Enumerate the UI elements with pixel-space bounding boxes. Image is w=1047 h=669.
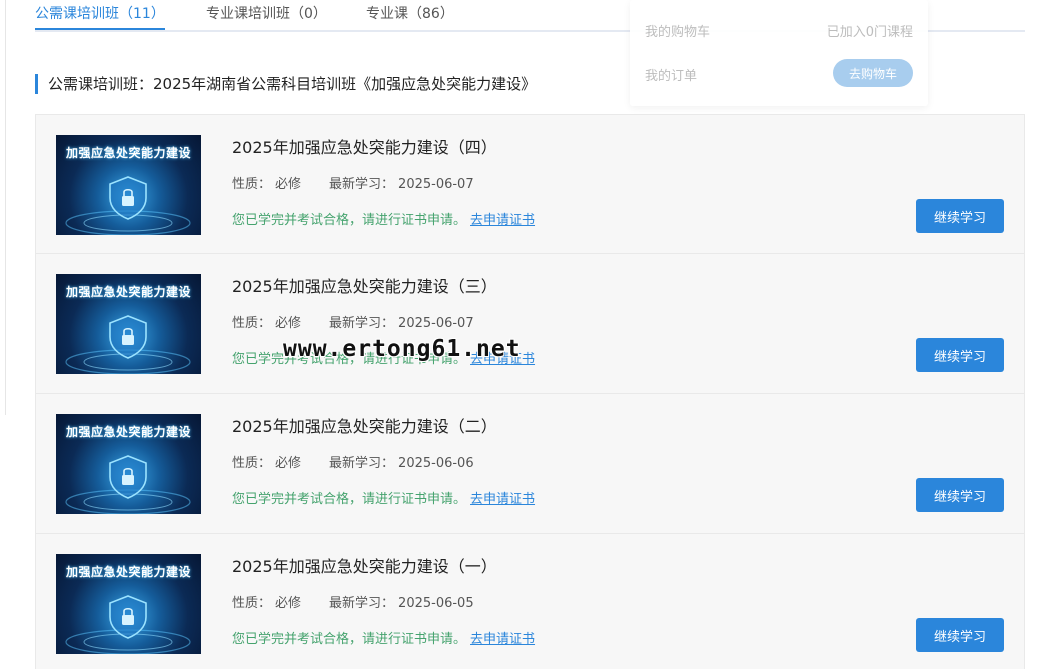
active-tab-indicator [35, 28, 165, 30]
status-text: 您已学完并考试合格，请进行证书申请。 [232, 632, 467, 647]
course-meta: 性质： 必修 最新学习： 2025-06-05 [232, 592, 478, 611]
nature-value: 必修 [275, 456, 302, 471]
nature-label: 性质： [232, 456, 272, 471]
course-item: 加强应急处突能力建设 2025年加强应急处突能力建设（三） 性质： 必修 最新学习：… [35, 254, 1025, 394]
go-to-cart-button[interactable]: 去购物车 [833, 59, 913, 87]
nature-label: 性质： [232, 316, 272, 331]
apply-certificate-link[interactable]: 去申请证书 [470, 632, 535, 647]
tab-professional-course[interactable]: 专业课（86） [366, 3, 454, 23]
course-meta: 性质： 必修 最新学习： 2025-06-07 [232, 173, 478, 192]
nature-label: 性质： [232, 596, 272, 611]
my-orders-link[interactable]: 我的订单 [645, 65, 697, 84]
latest-study-date: 2025-06-05 [398, 596, 474, 611]
thumbnail-title: 加强应急处突能力建设 [65, 425, 191, 439]
status-text: 您已学完并考试合格，请进行证书申请。 [232, 213, 467, 228]
course-list: 加强应急处突能力建设 2025年加强应急处突能力建设（四） 性质： 必修 最新学习：… [35, 114, 1025, 669]
course-thumbnail[interactable]: 加强应急处突能力建设 [56, 274, 201, 374]
latest-study-date: 2025-06-06 [398, 456, 474, 471]
tab-professional-course-class[interactable]: 专业课培训班（0） [206, 3, 327, 23]
status-text: 您已学完并考试合格，请进行证书申请。 [232, 492, 467, 507]
latest-study-date: 2025-06-07 [398, 316, 474, 331]
section-title: 公需课培训班：2025年湖南省公需科目培训班《加强应急处突能力建设》 [35, 74, 536, 94]
thumbnail-title: 加强应急处突能力建设 [65, 146, 191, 160]
nature-value: 必修 [275, 177, 302, 192]
course-meta: 性质： 必修 最新学习： 2025-06-07 [232, 312, 478, 331]
my-cart-link[interactable]: 我的购物车 [645, 21, 710, 40]
left-panel-edge [0, 0, 6, 415]
continue-study-button[interactable]: 继续学习 [916, 199, 1004, 233]
course-title[interactable]: 2025年加强应急处突能力建设（三） [232, 273, 497, 297]
thumbnail-title: 加强应急处突能力建设 [65, 565, 191, 579]
completion-status: 您已学完并考试合格，请进行证书申请。 去申请证书 [232, 488, 535, 507]
apply-certificate-link[interactable]: 去申请证书 [470, 492, 535, 507]
continue-study-button[interactable]: 继续学习 [916, 618, 1004, 652]
course-title[interactable]: 2025年加强应急处突能力建设（四） [232, 134, 497, 158]
watermark: www.ertong61.net [283, 336, 521, 362]
thumbnail-title: 加强应急处突能力建设 [65, 285, 191, 299]
nature-value: 必修 [275, 316, 302, 331]
completion-status: 您已学完并考试合格，请进行证书申请。 去申请证书 [232, 209, 535, 228]
course-title[interactable]: 2025年加强应急处突能力建设（二） [232, 413, 497, 437]
course-thumbnail[interactable]: 加强应急处突能力建设 [56, 554, 201, 654]
course-thumbnail[interactable]: 加强应急处突能力建设 [56, 414, 201, 514]
continue-study-button[interactable]: 继续学习 [916, 338, 1004, 372]
course-title[interactable]: 2025年加强应急处突能力建设（一） [232, 553, 497, 577]
tab-public-course-class[interactable]: 公需课培训班（11） [35, 3, 165, 23]
course-meta: 性质： 必修 最新学习： 2025-06-06 [232, 452, 478, 471]
continue-study-button[interactable]: 继续学习 [916, 478, 1004, 512]
latest-study-date: 2025-06-07 [398, 177, 474, 192]
latest-study-label: 最新学习： [329, 316, 395, 331]
latest-study-label: 最新学习： [329, 596, 395, 611]
course-item: 加强应急处突能力建设 2025年加强应急处突能力建设（四） 性质： 必修 最新学习：… [35, 114, 1025, 254]
latest-study-label: 最新学习： [329, 177, 395, 192]
completion-status: 您已学完并考试合格，请进行证书申请。 去申请证书 [232, 628, 535, 647]
cart-dropdown: 我的购物车 已加入0门课程 我的订单 去购物车 [630, 0, 928, 106]
nature-label: 性质： [232, 177, 272, 192]
course-thumbnail[interactable]: 加强应急处突能力建设 [56, 135, 201, 235]
nature-value: 必修 [275, 596, 302, 611]
cart-count: 已加入0门课程 [826, 25, 913, 40]
course-item: 加强应急处突能力建设 2025年加强应急处突能力建设（二） 性质： 必修 最新学习：… [35, 394, 1025, 534]
course-item: 加强应急处突能力建设 2025年加强应急处突能力建设（一） 性质： 必修 最新学习：… [35, 534, 1025, 669]
latest-study-label: 最新学习： [329, 456, 395, 471]
apply-certificate-link[interactable]: 去申请证书 [470, 213, 535, 228]
